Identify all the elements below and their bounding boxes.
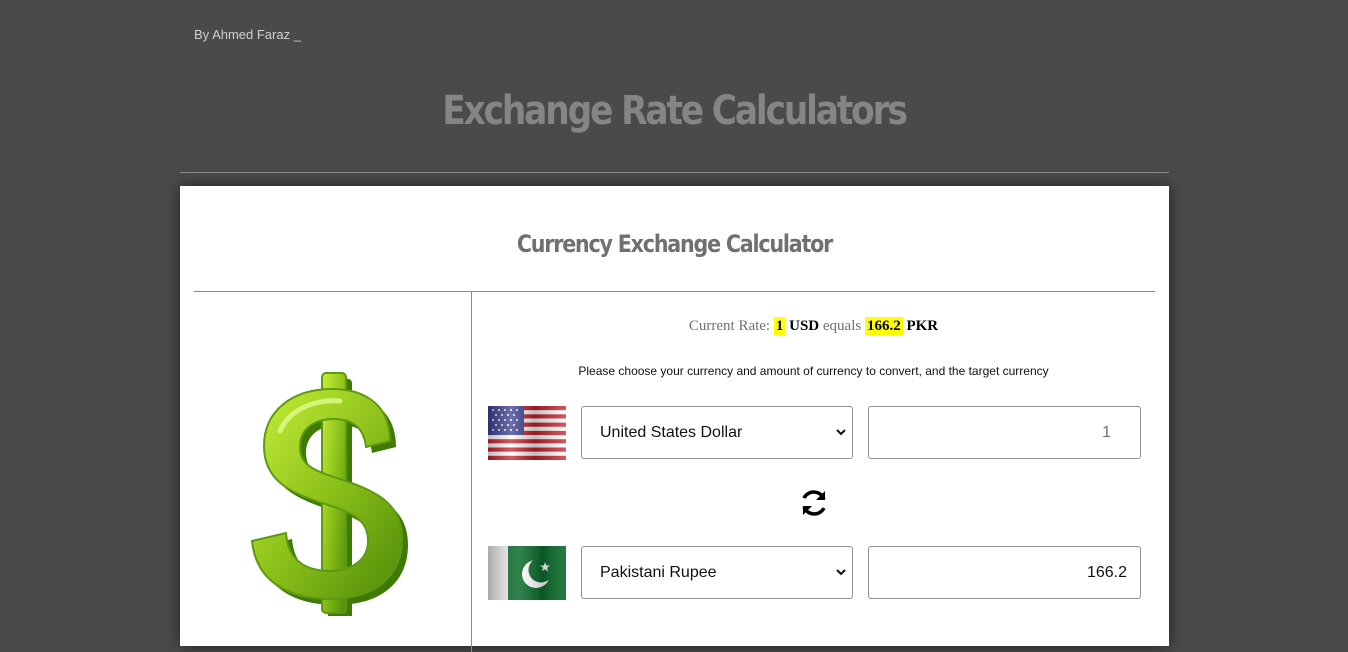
pakistan-flag-icon <box>488 546 566 600</box>
column-divider <box>471 292 472 652</box>
header-divider <box>180 172 1169 173</box>
chevron-down-icon <box>836 569 846 576</box>
rate-equals: equals <box>822 318 862 334</box>
instructions-text: Please choose your currency and amount o… <box>578 364 1049 378</box>
rate-from-amount: 1 <box>773 317 786 335</box>
card-divider <box>194 291 1155 292</box>
byline: By Ahmed Faraz _ <box>194 27 301 42</box>
current-rate: Current Rate: 1 USD equals 166.2 PKR <box>472 317 1155 335</box>
from-amount-input[interactable]: 1 <box>868 406 1141 459</box>
rate-prefix: Current Rate: <box>688 318 771 334</box>
calculator-title: Currency Exchange Calculator <box>516 230 833 258</box>
sync-icon[interactable] <box>798 487 830 519</box>
to-currency-select[interactable]: Pakistani Rupee <box>581 546 853 599</box>
to-amount-value: 166.2 <box>1086 564 1127 581</box>
from-currency-value: United States Dollar <box>600 424 743 441</box>
to-currency-value: Pakistani Rupee <box>600 564 717 581</box>
rate-from-code: USD <box>789 318 820 334</box>
chevron-down-icon <box>836 429 846 436</box>
dollar-sign-icon <box>250 372 408 616</box>
from-amount-value: 1 <box>1102 424 1111 441</box>
us-flag-icon <box>488 406 566 460</box>
page-title: Exchange Rate Calculators <box>442 88 908 134</box>
rate-to-amount: 166.2 <box>864 317 903 335</box>
from-currency-select[interactable]: United States Dollar <box>581 406 853 459</box>
rate-to-code: PKR <box>906 318 939 334</box>
calculator-card: Currency Exchange Calculator Current Rat… <box>180 186 1169 652</box>
to-amount-input[interactable]: 166.2 <box>868 546 1141 599</box>
